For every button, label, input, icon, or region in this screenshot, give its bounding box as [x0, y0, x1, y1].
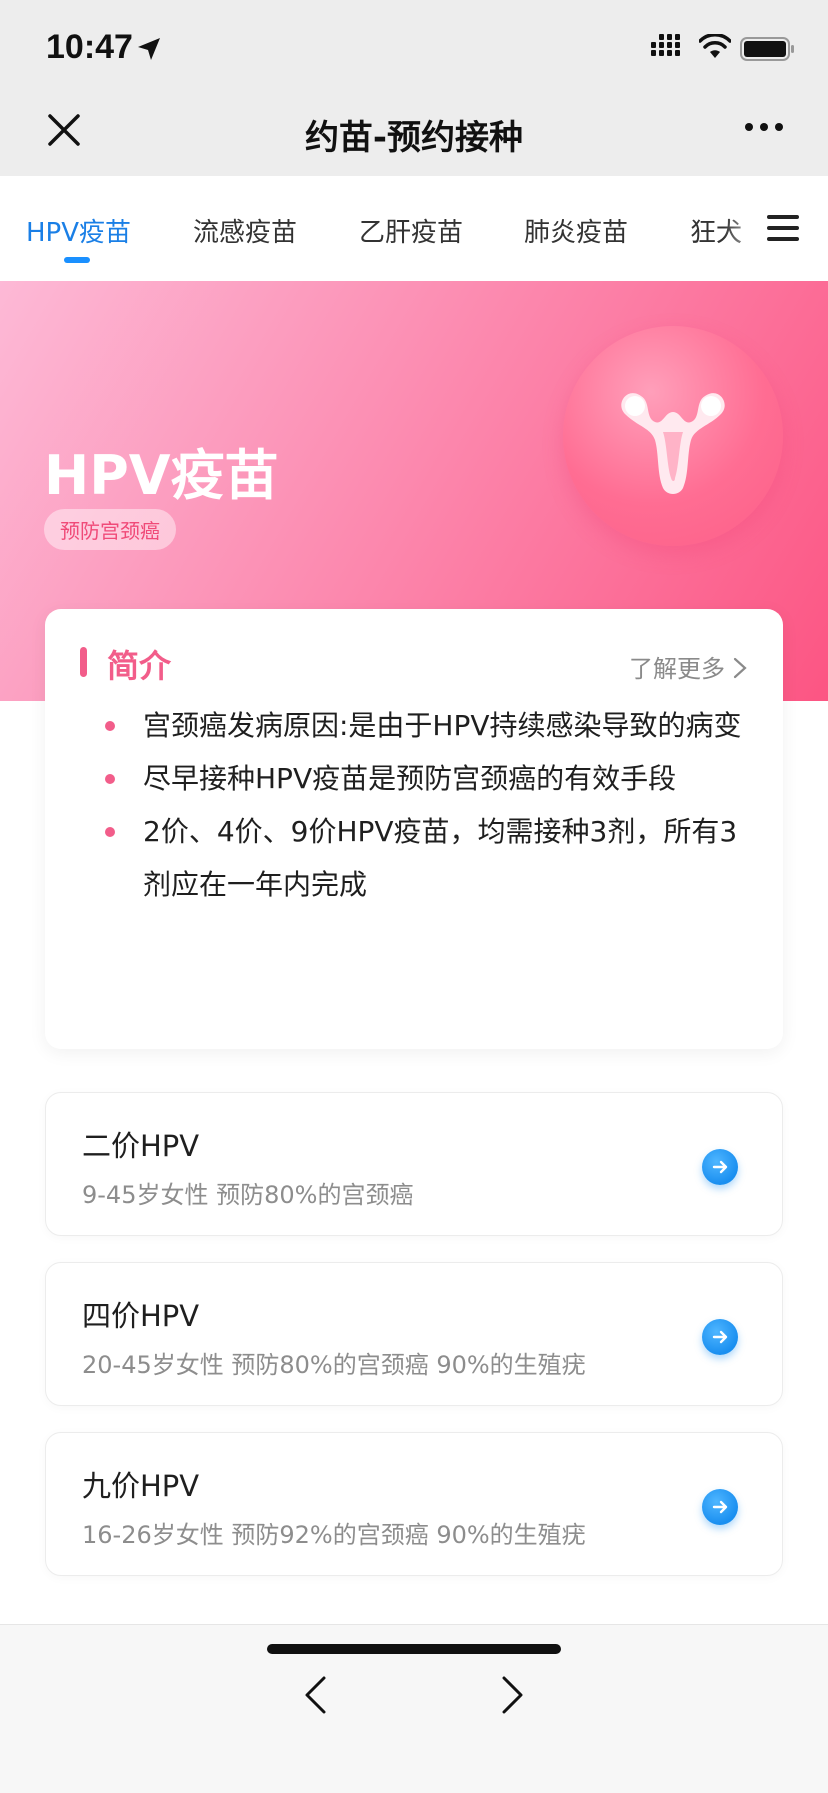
hero-title: HPV疫苗 — [44, 444, 279, 507]
vaccine-card-quadrivalent[interactable]: 四价HPV 20-45岁女性 预防80%的宫颈癌 90%的生殖疣 — [45, 1262, 783, 1406]
learn-more-link[interactable]: 了解更多 — [629, 649, 747, 684]
bullet-text: 尽早接种HPV疫苗是预防宫颈癌的有效手段 — [143, 762, 677, 795]
intro-bullet: 宫颈癌发病原因:是由于HPV持续感染导致的病变 — [105, 699, 745, 752]
vaccine-desc: 9-45岁女性 预防80%的宫颈癌 — [82, 1181, 414, 1209]
vaccine-desc: 16-26岁女性 预防92%的宫颈癌 90%的生殖疣 — [82, 1521, 586, 1549]
uterus-badge — [563, 326, 783, 546]
home-indicator — [267, 1644, 561, 1654]
vaccine-card-bivalent[interactable]: 二价HPV 9-45岁女性 预防80%的宫颈癌 — [45, 1092, 783, 1236]
bullet-text: 2价、4价、9价HPV疫苗，均需接种3剂，所有3剂应在一年内完成 — [143, 815, 738, 901]
arrow-right-icon — [712, 1500, 728, 1514]
vaccine-name: 二价HPV — [82, 1129, 200, 1163]
battery-icon — [740, 37, 794, 61]
vaccine-desc: 20-45岁女性 预防80%的宫颈癌 90%的生殖疣 — [82, 1351, 586, 1379]
arrow-right-icon — [712, 1330, 728, 1344]
uterus-icon — [621, 393, 725, 494]
hero-tag: 预防宫颈癌 — [44, 509, 176, 550]
tab-hepatitis-b[interactable]: 乙肝疫苗 — [359, 212, 463, 249]
bullet-dot — [105, 721, 115, 731]
bullet-text: 宫颈癌发病原因:是由于HPV持续感染导致的病变 — [143, 709, 742, 742]
intro-bullet: 尽早接种HPV疫苗是预防宫颈癌的有效手段 — [105, 752, 745, 805]
tab-hpv[interactable]: HPV疫苗 — [26, 212, 131, 249]
intro-bullets: 宫颈癌发病原因:是由于HPV持续感染导致的病变 尽早接种HPV疫苗是预防宫颈癌的… — [105, 699, 745, 911]
page-title: 约苗-预约接种 — [304, 118, 524, 158]
vaccine-name: 四价HPV — [82, 1299, 200, 1333]
arrow-right-button[interactable] — [702, 1149, 738, 1185]
tab-pneumonia[interactable]: 肺炎疫苗 — [524, 212, 628, 249]
wifi-icon — [699, 34, 731, 58]
arrow-right-icon — [712, 1160, 728, 1174]
vaccine-card-nonavalent[interactable]: 九价HPV 16-26岁女性 预防92%的宫颈癌 90%的生殖疣 — [45, 1432, 783, 1576]
forward-icon[interactable] — [500, 1675, 526, 1715]
intro-title: 简介 — [107, 647, 172, 685]
bullet-dot — [105, 774, 115, 784]
active-tab-indicator — [64, 257, 90, 263]
tab-flu[interactable]: 流感疫苗 — [193, 212, 297, 249]
back-icon[interactable] — [302, 1675, 328, 1715]
menu-icon[interactable] — [767, 213, 799, 243]
intro-card: 简介 了解更多 宫颈癌发病原因:是由于HPV持续感染导致的病变 尽早接种HPV疫… — [45, 609, 783, 1049]
intro-accent-bar — [80, 647, 87, 677]
vaccine-tabs: HPV疫苗 流感疫苗 乙肝疫苗 肺炎疫苗 狂犬 — [0, 176, 828, 281]
bullet-dot — [105, 827, 115, 837]
vaccine-name: 九价HPV — [82, 1469, 200, 1503]
location-arrow-icon — [138, 38, 160, 60]
signal-icon — [651, 34, 680, 56]
learn-more-label: 了解更多 — [629, 655, 725, 683]
tab-fade — [724, 196, 768, 266]
more-icon[interactable] — [744, 121, 784, 133]
chevron-right-icon — [733, 657, 747, 679]
nav-bar: 约苗-预约接种 — [0, 96, 828, 176]
status-time: 10:47 — [46, 28, 133, 66]
intro-bullet: 2价、4价、9价HPV疫苗，均需接种3剂，所有3剂应在一年内完成 — [105, 805, 745, 911]
arrow-right-button[interactable] — [702, 1319, 738, 1355]
status-bar: 10:47 — [0, 0, 828, 96]
arrow-right-button[interactable] — [702, 1489, 738, 1525]
